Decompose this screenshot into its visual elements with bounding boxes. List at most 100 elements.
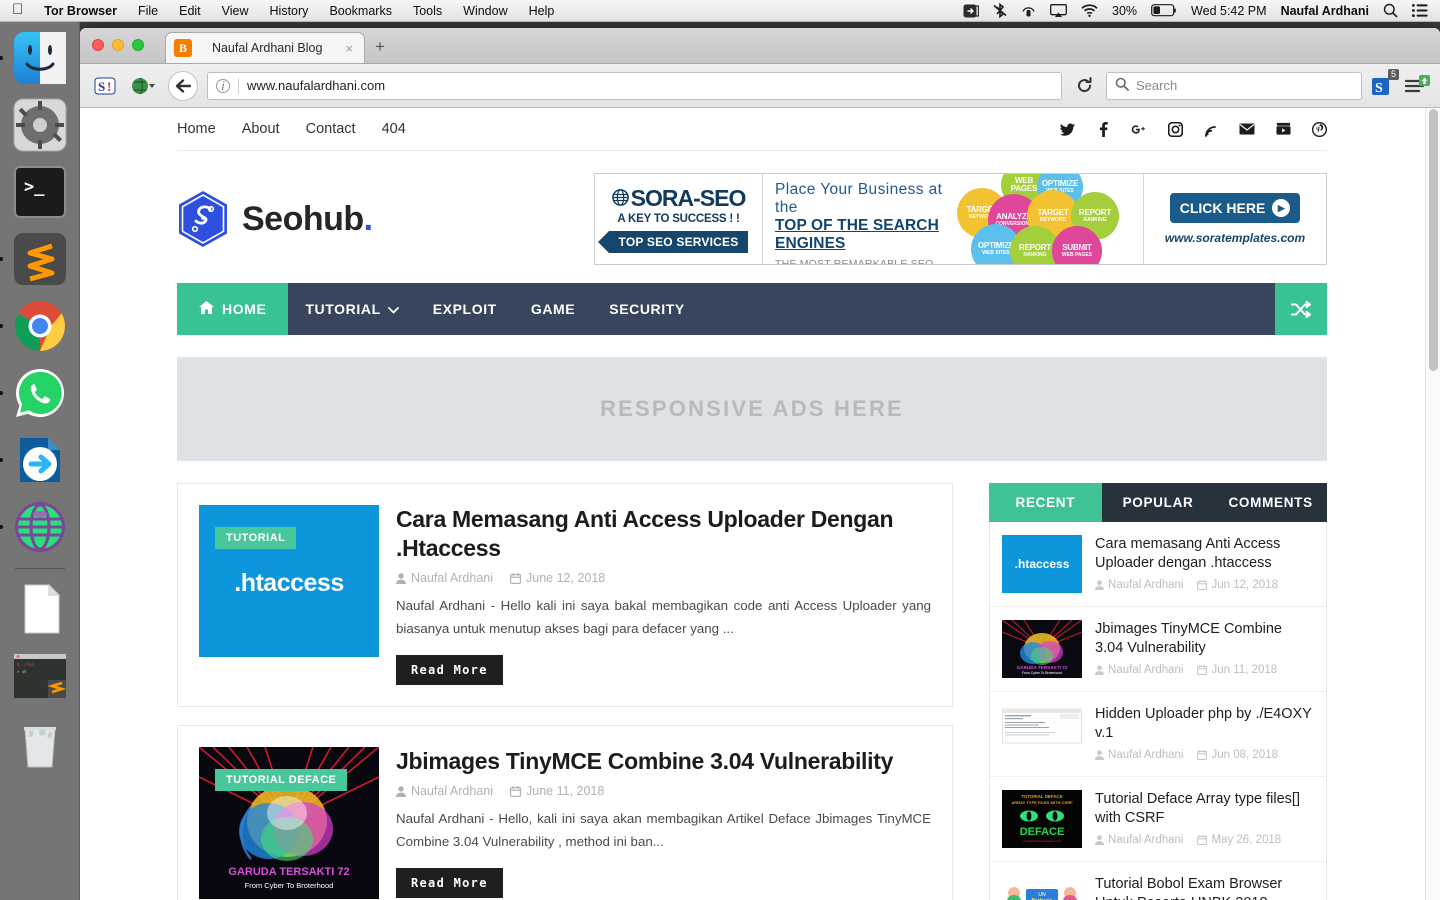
battery-icon[interactable] [1151,4,1177,17]
sora-seo-banner-ad[interactable]: SORA-SEO A KEY TO SUCCESS ! ! TOP SEO SE… [594,173,1327,265]
dock-item-whatsapp[interactable] [0,365,68,421]
facebook-icon[interactable] [1095,121,1111,137]
site-logo[interactable]: Seohub. [177,190,373,248]
nav-item-security[interactable]: SECURITY [592,283,702,335]
new-tab-button[interactable]: + [375,37,385,57]
startpage-search-icon[interactable]: S! [90,74,120,98]
nav-item-exploit[interactable]: EXPLOIT [416,283,514,335]
airplay-audio-icon[interactable] [1021,3,1036,18]
topbar-link-about[interactable]: About [242,121,280,137]
scrollbar-thumb[interactable] [1429,109,1438,371]
startpage-extension-icon[interactable]: S 5 [1371,68,1399,98]
shuffle-icon[interactable] [1275,283,1327,335]
list-item[interactable]: UNBerbasisKomputer? Tutorial Bobol Exam … [990,862,1326,900]
list-item[interactable]: TUTORIAL DEFACE ARRAY TYPE FILES WITH CSR… [990,777,1326,862]
menubar-item-history[interactable]: History [270,4,309,18]
running-indicator-dot [0,56,3,60]
spotlight-search-icon[interactable] [1383,3,1398,18]
close-icon[interactable]: × [342,41,356,56]
tab-popular[interactable]: POPULAR [1102,483,1215,522]
dock-item-google-chrome[interactable] [0,298,68,354]
svg-text:$ ./run: $ ./run [17,662,34,667]
menubar-item-view[interactable]: View [222,4,249,18]
post-title[interactable]: Cara Memasang Anti Access Uploader Denga… [396,505,931,562]
menubar-item-file[interactable]: File [138,4,158,18]
list-item-body: Tutorial Bobol Exam Browser Untuk Pesert… [1095,875,1314,900]
click-here-button[interactable]: CLICK HERE ▶ [1169,193,1301,223]
list-item-title[interactable]: Hidden Uploader php by ./E4OXY v.1 [1095,705,1314,743]
post-thumbnail[interactable]: TUTORIAL .htaccess [199,505,379,657]
nav-item-game[interactable]: GAME [514,283,592,335]
list-item-title[interactable]: Jbimages TinyMCE Combine 3.04 Vulnerabil… [1095,620,1314,658]
menubar-item-help[interactable]: Help [529,4,555,18]
page-scrollbar[interactable] [1425,108,1440,900]
pinterest-icon[interactable] [1311,121,1327,137]
menubar-item-window[interactable]: Window [463,4,507,18]
wifi-icon[interactable] [1081,4,1098,17]
browser-tab[interactable]: B Naufal Ardhani Blog × [165,32,365,63]
topbar-link-home[interactable]: Home [177,121,216,137]
dock-item-document-file[interactable] [12,581,68,637]
menubar-username[interactable]: Naufal Ardhani [1281,4,1369,18]
banner-cta-block[interactable]: CLICK HERE ▶ www.soratemplates.com [1143,174,1326,264]
close-window-button[interactable] [92,39,104,51]
banner-url[interactable]: www.soratemplates.com [1165,231,1305,245]
menubar-item-edit[interactable]: Edit [179,4,201,18]
youtube-icon[interactable] [1275,121,1291,137]
list-item-meta: Naufal Ardhani Jun 12, 2018 [1095,579,1314,591]
search-input[interactable]: Search [1106,71,1362,100]
dock-item-trash[interactable] [12,715,68,771]
responsive-ads-placeholder[interactable]: RESPONSIVE ADS HERE [177,357,1327,461]
list-item-meta: Naufal Ardhani May 26, 2018 [1095,834,1314,846]
nav-item-tutorial[interactable]: TUTORIAL [288,283,415,335]
envelope-icon[interactable] [1239,121,1255,137]
menubar-item-app[interactable]: Tor Browser [44,4,117,18]
screen-share-icon[interactable] [963,4,980,18]
list-item[interactable]: GARUDA TERSAKTI 72 From Cyber To Broterho… [990,607,1326,692]
read-more-button[interactable]: Read More [396,654,503,685]
dock-item-finder[interactable] [0,30,68,86]
instagram-icon[interactable] [1167,121,1183,137]
site-info-icon[interactable]: i [216,78,230,93]
bluetooth-off-icon[interactable] [993,3,1007,18]
tab-comments[interactable]: COMMENTS [1214,483,1327,522]
dock-item-system-preferences[interactable] [12,97,68,153]
post-meta: Naufal Ardhani June 11, 2018 [396,784,931,798]
dock-item-transmission[interactable] [0,432,68,488]
url-bar[interactable]: i www.naufalardhani.com [207,71,1062,100]
browser-menu-button[interactable] [1404,74,1430,98]
zoom-window-button[interactable] [132,39,144,51]
rss-icon[interactable] [1203,121,1219,137]
menubar-item-tools[interactable]: Tools [413,4,442,18]
back-button[interactable] [168,70,198,101]
google-plus-icon[interactable] [1131,121,1147,137]
list-item-title[interactable]: Tutorial Deface Array type files[] with … [1095,790,1314,828]
twitter-icon[interactable] [1059,121,1075,137]
nav-item-exploit-label: EXPLOIT [432,301,497,317]
airplay-display-icon[interactable] [1050,3,1067,18]
minimize-window-button[interactable] [112,39,124,51]
tor-onion-button[interactable] [129,74,159,98]
apple-logo-icon[interactable]:  [12,2,23,17]
menubar-item-bookmarks[interactable]: Bookmarks [329,4,392,18]
list-item-title[interactable]: Cara memasang Anti Access Uploader denga… [1095,535,1314,573]
list-item[interactable]: .htaccess Cara memasang Anti Access Uplo… [990,522,1326,607]
nav-item-home[interactable]: HOME [177,283,289,335]
post-meta: Naufal Ardhani June 12, 2018 [396,571,931,585]
read-more-button[interactable]: Read More [396,867,503,898]
menubar-clock[interactable]: Wed 5:42 PM [1191,4,1267,18]
topbar-link-contact[interactable]: Contact [306,121,356,137]
dock-item-terminal[interactable]: >_ [12,164,68,220]
post-thumbnail[interactable]: GARUDA TERSAKTI 72 From Cyber To Broterh… [199,746,379,899]
list-item-author: Naufal Ardhani [1095,579,1183,591]
dock-item-sublime-text[interactable] [0,231,68,287]
notification-center-icon[interactable] [1412,4,1428,17]
topbar-link-404[interactable]: 404 [382,121,406,137]
reload-icon[interactable] [1071,73,1097,99]
post-title[interactable]: Jbimages TinyMCE Combine 3.04 Vulnerabil… [396,747,931,776]
list-item-title[interactable]: Tutorial Bobol Exam Browser Untuk Pesert… [1095,875,1314,900]
tab-recent[interactable]: RECENT [989,483,1102,522]
dock-item-tor-browser[interactable] [0,499,68,555]
list-item[interactable]: Hidden Uploader php by ./E4OXY v.1 Naufa… [990,692,1326,777]
dock-item-terminal-window-preview[interactable]: $ ./run > ok [12,648,68,704]
